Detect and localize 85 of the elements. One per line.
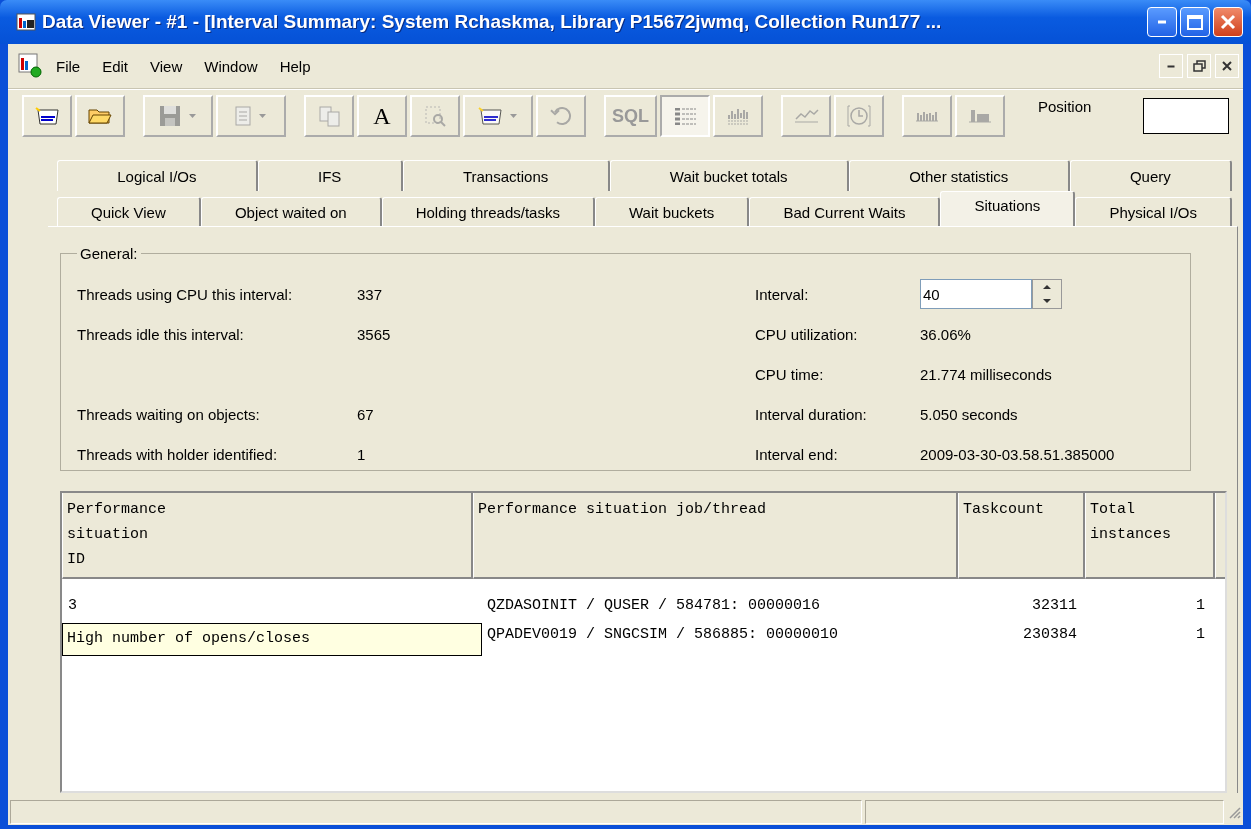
menu-item[interactable]: View <box>150 57 183 75</box>
magnifier-icon <box>424 105 446 127</box>
spin-buttons[interactable] <box>1032 279 1062 309</box>
table-cell-text: 230384 <box>1022 626 1078 643</box>
close-icon <box>1222 61 1232 71</box>
field-label: Threads idle this interval: <box>77 325 245 343</box>
field-value: 36.06% <box>920 325 971 343</box>
tab[interactable]: Object waited on <box>200 197 382 226</box>
field-value: 337 <box>357 285 383 303</box>
position-field[interactable] <box>1143 98 1229 134</box>
tab[interactable]: Other statistics <box>848 160 1070 191</box>
caret-icon <box>259 113 267 119</box>
minimize-button[interactable] <box>1159 54 1183 78</box>
tab[interactable]: Bad Current Waits <box>749 197 941 226</box>
menu-item[interactable]: Help <box>279 57 311 75</box>
tab[interactable]: Wait buckets <box>595 197 750 226</box>
bar-grid-icon <box>726 107 750 125</box>
close-button[interactable] <box>1215 54 1239 78</box>
field-value: 21.774 milliseconds <box>920 365 1052 383</box>
column-header[interactable]: Performance situation job/thread <box>473 493 958 579</box>
maximize-button[interactable] <box>1180 7 1210 37</box>
field-label: Interval end: <box>755 445 839 463</box>
tab[interactable]: Quick View <box>57 197 201 226</box>
tab[interactable]: IFS <box>257 160 403 191</box>
table-cell-text: QPADEV0019 / SNGCSIM / 586885: 00000010 <box>486 626 840 643</box>
field-value: 5.050 seconds <box>920 405 1018 423</box>
field-value: 67 <box>357 405 374 423</box>
tab[interactable]: Wait bucket totals <box>609 160 849 191</box>
clock-icon <box>847 105 871 127</box>
field-value: 2009-03-30-03.58.51.385000 <box>920 445 1115 463</box>
block-chart-icon <box>968 109 992 123</box>
table-cell-text: 32311 <box>1031 597 1078 614</box>
field-label: Threads using CPU this interval: <box>77 285 294 303</box>
tooltip: High number of opens/closes <box>62 623 482 656</box>
table-cell-text: 3 <box>67 597 78 614</box>
table-cell-text: 1 <box>1195 597 1206 614</box>
toolbar-button[interactable]: A <box>357 95 407 137</box>
tab[interactable]: Holding threads/tasks <box>381 197 595 226</box>
field-label: Interval duration: <box>755 405 868 423</box>
field-label: Threads with holder identified: <box>77 445 279 463</box>
field-label: Threads waiting on objects: <box>77 405 261 423</box>
list-view-icon <box>673 107 697 125</box>
field-value: 3565 <box>357 325 391 343</box>
caret-icon <box>510 113 518 119</box>
restore-button[interactable] <box>1187 54 1211 78</box>
tab[interactable]: Logical I/Os <box>57 160 258 191</box>
undo-arrow-icon <box>550 107 572 125</box>
resize-grip-icon[interactable] <box>1227 805 1241 819</box>
interval-field[interactable]: 40 <box>920 279 1032 309</box>
bar-chart-icon <box>915 110 939 122</box>
tab[interactable]: Transactions <box>402 160 610 191</box>
group-title: General: <box>79 245 139 262</box>
minimize-button[interactable] <box>1147 7 1177 37</box>
document-icon <box>235 106 251 126</box>
query-icon <box>35 107 59 125</box>
toolbar-button[interactable] <box>22 95 72 137</box>
close-icon <box>1220 14 1236 30</box>
column-header[interactable]: Taskcount <box>958 493 1085 579</box>
folder-icon <box>88 108 112 124</box>
column-header[interactable]: Total instances <box>1085 493 1215 579</box>
tab[interactable]: Query <box>1069 160 1233 191</box>
tab[interactable]: Situations <box>940 191 1076 226</box>
minimize-icon <box>1157 20 1167 24</box>
column-header[interactable]: Performance situation ID <box>62 493 473 579</box>
maximize-icon <box>1187 14 1203 30</box>
menu-item[interactable]: File <box>56 57 81 75</box>
field-label: CPU utilization: <box>755 325 859 343</box>
line-chart-icon <box>793 109 819 123</box>
minimize-icon <box>1167 64 1175 68</box>
query-icon <box>478 107 502 125</box>
copy-icon <box>318 105 340 127</box>
menu-item[interactable]: Edit <box>102 57 129 75</box>
restore-icon <box>1192 60 1206 72</box>
menu-item[interactable]: Window <box>204 57 258 75</box>
app-icon <box>16 12 36 32</box>
caret-icon <box>189 113 197 119</box>
position-label: Position <box>1038 98 1093 115</box>
tab[interactable]: Physical I/Os <box>1075 197 1232 226</box>
table-cell-text: 1 <box>1195 626 1206 643</box>
field-label: CPU time: <box>755 365 825 383</box>
table-cell-text: QZDASOINIT / QUSER / 584781: 00000016 <box>486 597 822 614</box>
app-icon <box>18 53 44 79</box>
window-title: Data Viewer - #1 - [Interval Summary: System Rchaskma, Library P15672jwmq, Collection Run177 ... <box>42 11 943 33</box>
field-value: 1 <box>357 445 366 463</box>
field-label: Interval: <box>755 285 810 303</box>
